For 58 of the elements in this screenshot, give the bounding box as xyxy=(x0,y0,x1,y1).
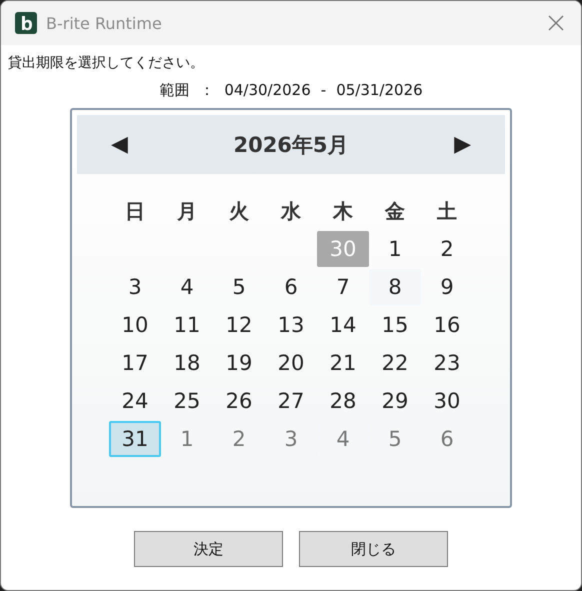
day-cell[interactable]: 13 xyxy=(265,307,317,343)
dash-text: - xyxy=(320,80,326,100)
confirm-button[interactable]: 決定 xyxy=(134,531,283,567)
day-cell[interactable]: 1 xyxy=(161,421,213,457)
app-logo-icon xyxy=(15,12,37,34)
day-cell[interactable]: 3 xyxy=(109,269,161,305)
day-cell[interactable]: 24 xyxy=(109,383,161,419)
prompt-text: 貸出期限を選択してください。 xyxy=(8,54,204,73)
day-cell[interactable]: 25 xyxy=(161,383,213,419)
day-cell[interactable]: 29 xyxy=(369,383,421,419)
weekday-label: 月 xyxy=(176,198,198,224)
day-cell[interactable]: 2 xyxy=(213,421,265,457)
weekday-label: 土 xyxy=(436,198,458,224)
close-icon[interactable] xyxy=(548,15,564,31)
weekday-label: 日 xyxy=(124,198,146,224)
previous-month-button[interactable]: ◀ xyxy=(111,132,128,157)
day-cell[interactable]: 18 xyxy=(161,345,213,381)
day-cell[interactable]: 27 xyxy=(265,383,317,419)
day-cell[interactable]: 19 xyxy=(213,345,265,381)
day-cell[interactable]: 2 xyxy=(421,231,473,267)
weekday-label: 金 xyxy=(384,198,406,224)
day-cell[interactable]: 20 xyxy=(265,345,317,381)
start-date: 04/30/2026 xyxy=(224,80,311,100)
separator-text: ： xyxy=(199,80,214,100)
window-title: B-rite Runtime xyxy=(46,14,162,32)
day-cell[interactable]: 6 xyxy=(265,269,317,305)
day-cell[interactable]: 14 xyxy=(317,307,369,343)
day-cell[interactable]: 11 xyxy=(161,307,213,343)
day-cell[interactable]: 26 xyxy=(213,383,265,419)
day-cell[interactable]: 5 xyxy=(213,269,265,305)
day-cell[interactable]: 17 xyxy=(109,345,161,381)
weekday-label: 木 xyxy=(332,198,354,224)
day-cell[interactable]: 31 xyxy=(109,421,161,457)
weekday-label: 火 xyxy=(228,198,250,224)
close-button[interactable]: 閉じる xyxy=(299,531,448,567)
day-cell[interactable]: 5 xyxy=(369,421,421,457)
day-cell[interactable]: 23 xyxy=(421,345,473,381)
day-cell[interactable]: 3 xyxy=(265,421,317,457)
day-cell[interactable]: 8 xyxy=(369,269,421,305)
month-title: 2026年5月 xyxy=(233,132,349,158)
day-cell[interactable]: 22 xyxy=(369,345,421,381)
next-month-button[interactable]: ▶ xyxy=(454,132,471,157)
day-cell[interactable]: 12 xyxy=(213,307,265,343)
day-cell[interactable]: 7 xyxy=(317,269,369,305)
day-cell[interactable]: 4 xyxy=(161,269,213,305)
day-cell[interactable]: 21 xyxy=(317,345,369,381)
weekday-label: 水 xyxy=(280,198,302,224)
day-cell[interactable]: 6 xyxy=(421,421,473,457)
end-date: 05/31/2026 xyxy=(336,80,423,100)
day-cell[interactable]: 28 xyxy=(317,383,369,419)
day-cell[interactable]: 15 xyxy=(369,307,421,343)
day-cell[interactable]: 1 xyxy=(369,231,421,267)
day-cell[interactable]: 4 xyxy=(317,421,369,457)
day-cell[interactable]: 16 xyxy=(421,307,473,343)
day-cell[interactable]: 10 xyxy=(109,307,161,343)
day-cell[interactable]: 9 xyxy=(421,269,473,305)
day-cell[interactable]: 30 xyxy=(421,383,473,419)
range-label: 範囲 xyxy=(159,80,190,100)
